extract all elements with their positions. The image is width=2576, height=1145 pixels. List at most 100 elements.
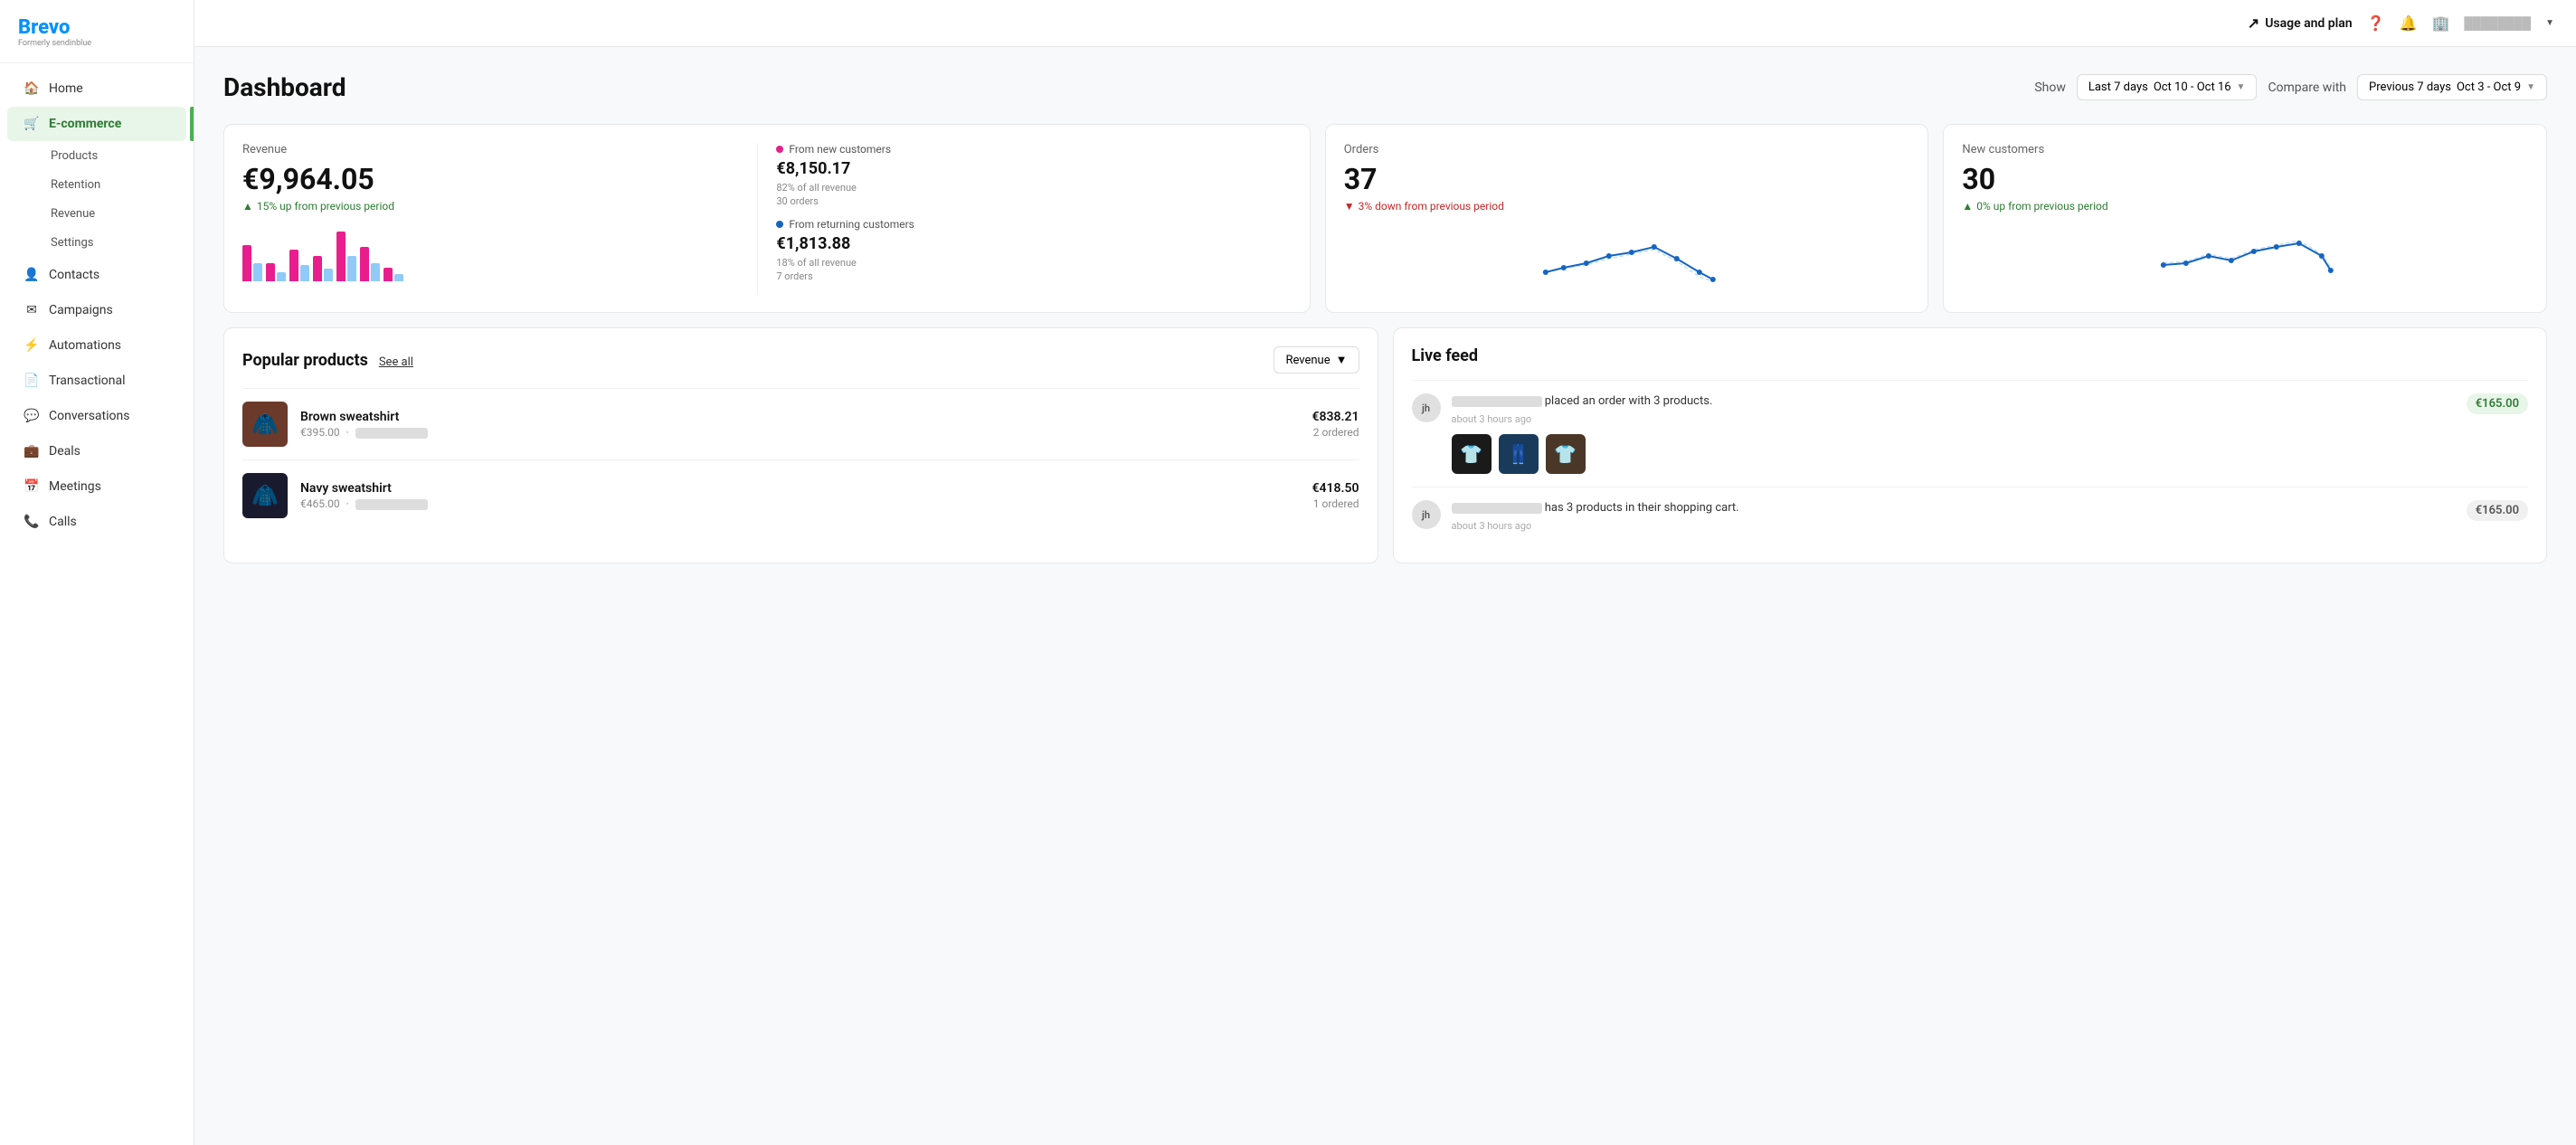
sidebar-item-campaigns[interactable]: ✉ Campaigns — [7, 293, 186, 327]
product-price-2: €465.00 · — [300, 497, 1300, 510]
see-all-link[interactable]: See all — [379, 355, 413, 369]
chevron-down-icon[interactable]: ▼ — [2545, 18, 2554, 28]
product-info-1: Brown sweatshirt €395.00 · — [300, 410, 1300, 439]
from-returning-pct: 18% of all revenue — [776, 257, 1291, 269]
main-content: ↗ Usage and plan ❓ 🔔 🏢 ████████ ▼ Dashbo… — [194, 0, 2576, 1145]
bar-group-2 — [266, 263, 286, 281]
help-icon[interactable]: ❓ — [2367, 14, 2385, 32]
sidebar-item-home[interactable]: 🏠 Home — [7, 71, 186, 106]
company-icon[interactable]: 🏢 — [2431, 14, 2449, 32]
sidebar-item-label: Deals — [49, 444, 80, 459]
orders-trend-text: 3% down from previous period — [1359, 200, 1504, 213]
product-info-2: Navy sweatshirt €465.00 · — [300, 481, 1300, 510]
sidebar-item-ecommerce[interactable]: 🛒 E-commerce — [7, 107, 186, 141]
feed-products-1: 👕 👖 👕 — [1452, 434, 2456, 474]
compare-dates: Oct 3 - Oct 9 — [2457, 80, 2521, 94]
bar-pink-4 — [313, 256, 322, 281]
sidebar-item-label: Meetings — [49, 479, 101, 494]
bar-pink-5 — [336, 232, 346, 281]
sidebar-item-calls[interactable]: 📞 Calls — [7, 505, 186, 539]
sidebar-item-transactional[interactable]: 📄 Transactional — [7, 364, 186, 398]
product-image-2: 🧥 — [242, 473, 288, 518]
new-customers-card: New customers 30 ▲ 0% up from previous p… — [1943, 124, 2547, 313]
sidebar-item-label: Transactional — [49, 374, 126, 388]
from-returning-orders: 7 orders — [776, 270, 1291, 282]
feed-content-1: placed an order with 3 products. about 3… — [1452, 393, 2456, 474]
revenue-value: €9,964.05 — [242, 162, 757, 196]
from-returning-value: €1,813.88 — [776, 234, 1291, 253]
trend-up-icon: ▲ — [242, 200, 253, 213]
sidebar: Brevo Formerly sendinblue 🏠 Home 🛒 E-com… — [0, 0, 194, 1145]
bar-blue-6 — [371, 263, 380, 281]
sidebar-item-deals[interactable]: 💼 Deals — [7, 434, 186, 468]
orders-trend: ▼ 3% down from previous period — [1344, 200, 1910, 213]
sidebar-item-conversations[interactable]: 💬 Conversations — [7, 399, 186, 433]
from-new-orders: 30 orders — [776, 195, 1291, 207]
orders-chart-svg — [1344, 227, 1910, 290]
feed-text-1: placed an order with 3 products. — [1452, 393, 2456, 410]
home-icon: 🏠 — [24, 80, 40, 97]
new-customers-label: New customers — [1962, 143, 2528, 156]
sidebar-sub-settings[interactable]: Settings — [7, 229, 186, 257]
live-feed-card: Live feed jh placed an order with 3 prod… — [1393, 327, 2548, 563]
sidebar-item-meetings[interactable]: 📅 Meetings — [7, 469, 186, 504]
sidebar-item-label: Calls — [49, 515, 77, 529]
sidebar-item-label: Contacts — [49, 268, 99, 282]
new-customers-dot — [776, 146, 783, 153]
period-selector[interactable]: Last 7 days Oct 10 - Oct 16 ▼ — [2077, 74, 2258, 100]
sidebar-item-label: Conversations — [49, 409, 129, 423]
product-image-1: 🧥 — [242, 402, 288, 447]
product-price-1: €395.00 · — [300, 426, 1300, 439]
customers-line-chart — [1962, 227, 2528, 294]
product-orders-1: 2 ordered — [1312, 426, 1359, 439]
sort-label: Revenue — [1285, 354, 1330, 367]
bar-blue-2 — [277, 272, 286, 281]
usage-label: Usage and plan — [2265, 16, 2352, 31]
period-chevron-icon: ▼ — [2237, 82, 2246, 92]
sidebar-item-automations[interactable]: ⚡ Automations — [7, 328, 186, 363]
feed-item-1: jh placed an order with 3 products. abou… — [1412, 380, 2529, 487]
bar-pink-2 — [266, 263, 275, 281]
feed-time-1: about 3 hours ago — [1452, 413, 2456, 425]
sidebar-sub-revenue[interactable]: Revenue — [7, 200, 186, 228]
customers-chart-svg — [1962, 227, 2528, 290]
dashboard-header: Dashboard Show Last 7 days Oct 10 - Oct … — [223, 72, 2547, 102]
live-feed-title: Live feed — [1412, 346, 1479, 365]
bottom-row: Popular products See all Revenue ▼ 🧥 Bro… — [223, 327, 2547, 563]
bar-blue-1 — [253, 263, 262, 281]
sub-label: Products — [51, 149, 98, 163]
contacts-icon: 👤 — [24, 267, 40, 283]
feed-action-2: has 3 products in their shopping cart. — [1545, 501, 1739, 515]
feed-content-2: has 3 products in their shopping cart. a… — [1452, 500, 2456, 532]
feed-amount-2: €165.00 — [2467, 500, 2528, 521]
feed-avatar-1: jh — [1412, 393, 1441, 422]
product-blurred-info-1 — [355, 428, 428, 439]
compare-period-selector[interactable]: Previous 7 days Oct 3 - Oct 9 ▼ — [2357, 74, 2547, 100]
usage-and-plan-button[interactable]: ↗ Usage and plan — [2248, 14, 2353, 32]
trend-up-icon-2: ▲ — [1962, 200, 1973, 213]
cards-row: Revenue €9,964.05 ▲ 15% up from previous… — [223, 124, 2547, 313]
show-label: Show — [2034, 80, 2066, 95]
bar-group-5 — [336, 232, 356, 281]
product-name-1: Brown sweatshirt — [300, 410, 1300, 424]
from-returning-customers: From returning customers €1,813.88 18% o… — [776, 218, 1291, 282]
trend-down-icon: ▼ — [1344, 200, 1355, 213]
returning-customers-dot — [776, 221, 783, 228]
product-name-2: Navy sweatshirt — [300, 481, 1300, 496]
feed-username-1 — [1452, 396, 1542, 407]
product-item-2: 🧥 Navy sweatshirt €465.00 · €418.50 1 or… — [242, 459, 1359, 531]
campaigns-icon: ✉ — [24, 302, 40, 318]
bell-icon[interactable]: 🔔 — [2400, 14, 2418, 32]
compare-period-label: Previous 7 days — [2369, 80, 2451, 94]
sidebar-sub-products[interactable]: Products — [7, 142, 186, 170]
sidebar-item-contacts[interactable]: 👤 Contacts — [7, 258, 186, 292]
bar-group-7 — [384, 268, 403, 281]
automations-icon: ⚡ — [24, 337, 40, 354]
product-item-1: 🧥 Brown sweatshirt €395.00 · €838.21 2 o… — [242, 388, 1359, 459]
sidebar-sub-retention[interactable]: Retention — [7, 171, 186, 199]
sort-dropdown[interactable]: Revenue ▼ — [1274, 346, 1359, 374]
products-title: Popular products — [242, 351, 368, 370]
conversations-icon: 💬 — [24, 408, 40, 424]
products-header: Popular products See all Revenue ▼ — [242, 346, 1359, 374]
popular-products-card: Popular products See all Revenue ▼ 🧥 Bro… — [223, 327, 1378, 563]
